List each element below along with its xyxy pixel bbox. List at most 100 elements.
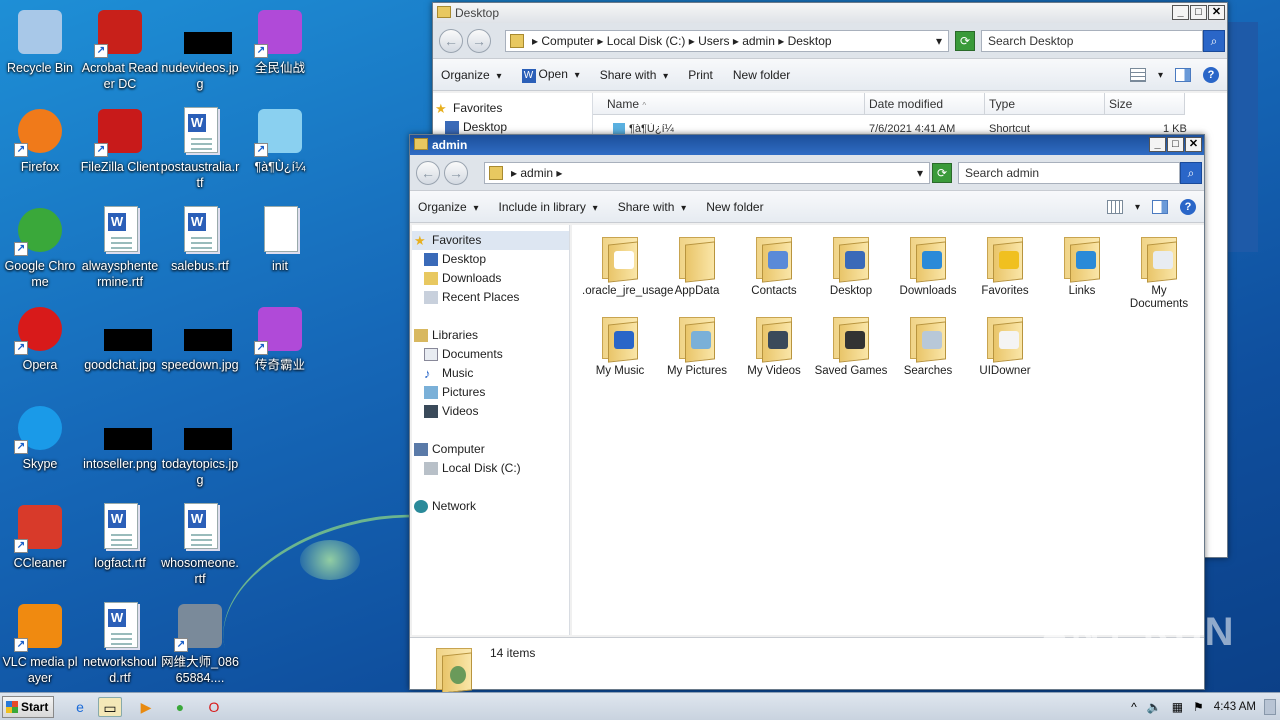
nav-favorites[interactable]: ★ Favorites [412,231,569,250]
chevron-up-icon[interactable]: ^ [1131,700,1137,714]
desktop-icon[interactable]: ↗ Firefox [0,103,80,199]
minimize-button[interactable]: _ [1172,5,1189,20]
column-date[interactable]: Date modified [865,93,985,115]
desktop-icon[interactable]: init [240,202,320,298]
preview-pane-icon[interactable] [1175,68,1191,82]
flag-icon[interactable]: ⚑ [1193,700,1204,714]
show-desktop-button[interactable] [1264,699,1276,715]
network-tray-icon[interactable]: ▦ [1172,700,1183,714]
column-name[interactable]: Name ^ [593,93,865,115]
desktop-icon[interactable]: ↗ Skype [0,400,80,496]
share-with-button[interactable]: Share with [618,200,687,214]
new-folder-button[interactable]: New folder [706,200,763,214]
desktop-icon[interactable]: ↗ 全民仙战 [240,4,320,100]
open-button[interactable]: W Open [521,67,580,83]
back-button[interactable]: ← [439,29,463,53]
share-with-button[interactable]: Share with [600,68,669,82]
desktop-icon[interactable]: nudevideos.jpg [160,4,240,100]
folder-item[interactable]: Desktop [813,233,889,298]
folder-item[interactable]: Favorites [967,233,1043,298]
desktop-icon[interactable]: Recycle Bin [0,4,80,100]
column-type[interactable]: Type [985,93,1105,115]
nav-computer[interactable]: Computer [412,440,569,459]
nav-local-disk[interactable]: Local Disk (C:) [412,459,569,478]
maximize-button[interactable]: □ [1190,5,1207,20]
folder-item[interactable]: My Pictures [659,313,735,378]
organize-button[interactable]: Organize [418,200,479,214]
minimize-button[interactable]: _ [1149,137,1166,152]
maximize-button[interactable]: □ [1167,137,1184,152]
breadcrumb-item[interactable]: Users [698,34,729,48]
address-bar[interactable]: ▸ Computer ▸ Local Disk (C:) ▸ Users ▸ a… [505,30,949,52]
speaker-icon[interactable]: 🔈 [1147,700,1162,714]
breadcrumb-item[interactable]: Desktop [788,34,832,48]
breadcrumb-item[interactable]: admin [742,34,775,48]
desktop-icon[interactable]: ↗ FileZilla Client [80,103,160,199]
organize-button[interactable]: Organize [441,68,502,82]
nav-libraries[interactable]: Libraries [412,326,569,345]
preview-pane-icon[interactable] [1152,200,1168,214]
desktop-icon[interactable]: ↗ ¶à¶Ù¿í¼ [240,103,320,199]
address-bar[interactable]: ▸ admin ▸ ▾ [484,162,930,184]
search-input[interactable]: Search Desktop [981,30,1203,52]
search-icon[interactable]: ⌕ [1180,162,1202,184]
explorer-taskbar-icon[interactable]: ▭ [98,697,122,717]
nav-music[interactable]: ♪ Music [412,364,569,383]
breadcrumb-item[interactable]: Computer [541,34,594,48]
refresh-button[interactable]: ⟳ [955,31,975,51]
desktop-icon[interactable]: todaytopics.jpg [160,400,240,496]
help-icon[interactable]: ? [1203,67,1219,83]
view-options-icon[interactable] [1106,200,1123,214]
nav-desktop[interactable]: Desktop [412,250,569,269]
folder-item[interactable]: Contacts [736,233,812,298]
folder-item[interactable]: Searches [890,313,966,378]
admin-window-titlebar[interactable]: admin _ □ ✕ [410,135,1204,155]
search-icon[interactable]: ⌕ [1203,30,1225,52]
media-player-icon[interactable]: ▶ [134,697,158,717]
desktop-icon[interactable]: Wpostaustralia.rtf [160,103,240,199]
desktop-icon[interactable]: ↗ CCleaner [0,499,80,595]
folder-item[interactable]: My Music [582,313,658,378]
desktop-icon[interactable]: Walwaysphentermine.rtf [80,202,160,298]
nav-network[interactable]: Network [412,497,569,516]
nav-recent-places[interactable]: Recent Places [412,288,569,307]
desktop-icon[interactable]: Wlogfact.rtf [80,499,160,595]
forward-button[interactable]: → [467,29,491,53]
chrome-taskbar-icon[interactable]: ● [168,697,192,717]
close-button[interactable]: ✕ [1208,5,1225,20]
column-size[interactable]: Size [1105,93,1185,115]
desktop-icon[interactable]: Wsalebus.rtf [160,202,240,298]
forward-button[interactable]: → [444,161,468,185]
folder-item[interactable]: .oracle_jre_usage [582,233,673,298]
nav-videos[interactable]: Videos [412,402,569,421]
opera-taskbar-icon[interactable]: O [202,697,226,717]
desktop-icon[interactable]: ↗ VLC media player [0,598,80,694]
back-button[interactable]: ← [416,161,440,185]
chevron-down-icon[interactable]: ▾ [917,166,923,180]
nav-favorites[interactable]: ★ Favorites [433,99,592,118]
nav-documents[interactable]: Documents [412,345,569,364]
nav-downloads[interactable]: Downloads [412,269,569,288]
folder-item[interactable]: Saved Games [813,313,889,378]
desktop-window-titlebar[interactable]: Desktop _ □ ✕ [433,3,1227,23]
desktop-icon[interactable]: ↗ Opera [0,301,80,397]
desktop-icon[interactable]: ↗ 网维大师_08665884.... [160,598,240,694]
desktop-icon[interactable]: speedown.jpg [160,301,240,397]
folder-item[interactable]: My Documents [1121,233,1197,311]
new-folder-button[interactable]: New folder [733,68,790,82]
folder-item[interactable]: UIDowner [967,313,1043,378]
view-options-icon[interactable] [1129,68,1146,82]
start-button[interactable]: Start [2,696,54,718]
desktop-icon[interactable]: intoseller.png [80,400,160,496]
folder-item[interactable]: AppData [659,233,735,298]
desktop-icon[interactable]: Wnetworkshould.rtf [80,598,160,694]
folder-item[interactable]: Downloads [890,233,966,298]
chevron-down-icon[interactable]: ▾ [1158,70,1163,81]
help-icon[interactable]: ? [1180,199,1196,215]
nav-pictures[interactable]: Pictures [412,383,569,402]
include-in-library-button[interactable]: Include in library [499,200,598,214]
chevron-down-icon[interactable]: ▾ [936,34,942,48]
clock[interactable]: 4:43 AM [1214,701,1256,713]
desktop-icon[interactable]: ↗ Acrobat Reader DC [80,4,160,100]
internet-explorer-icon[interactable]: e [68,697,92,717]
